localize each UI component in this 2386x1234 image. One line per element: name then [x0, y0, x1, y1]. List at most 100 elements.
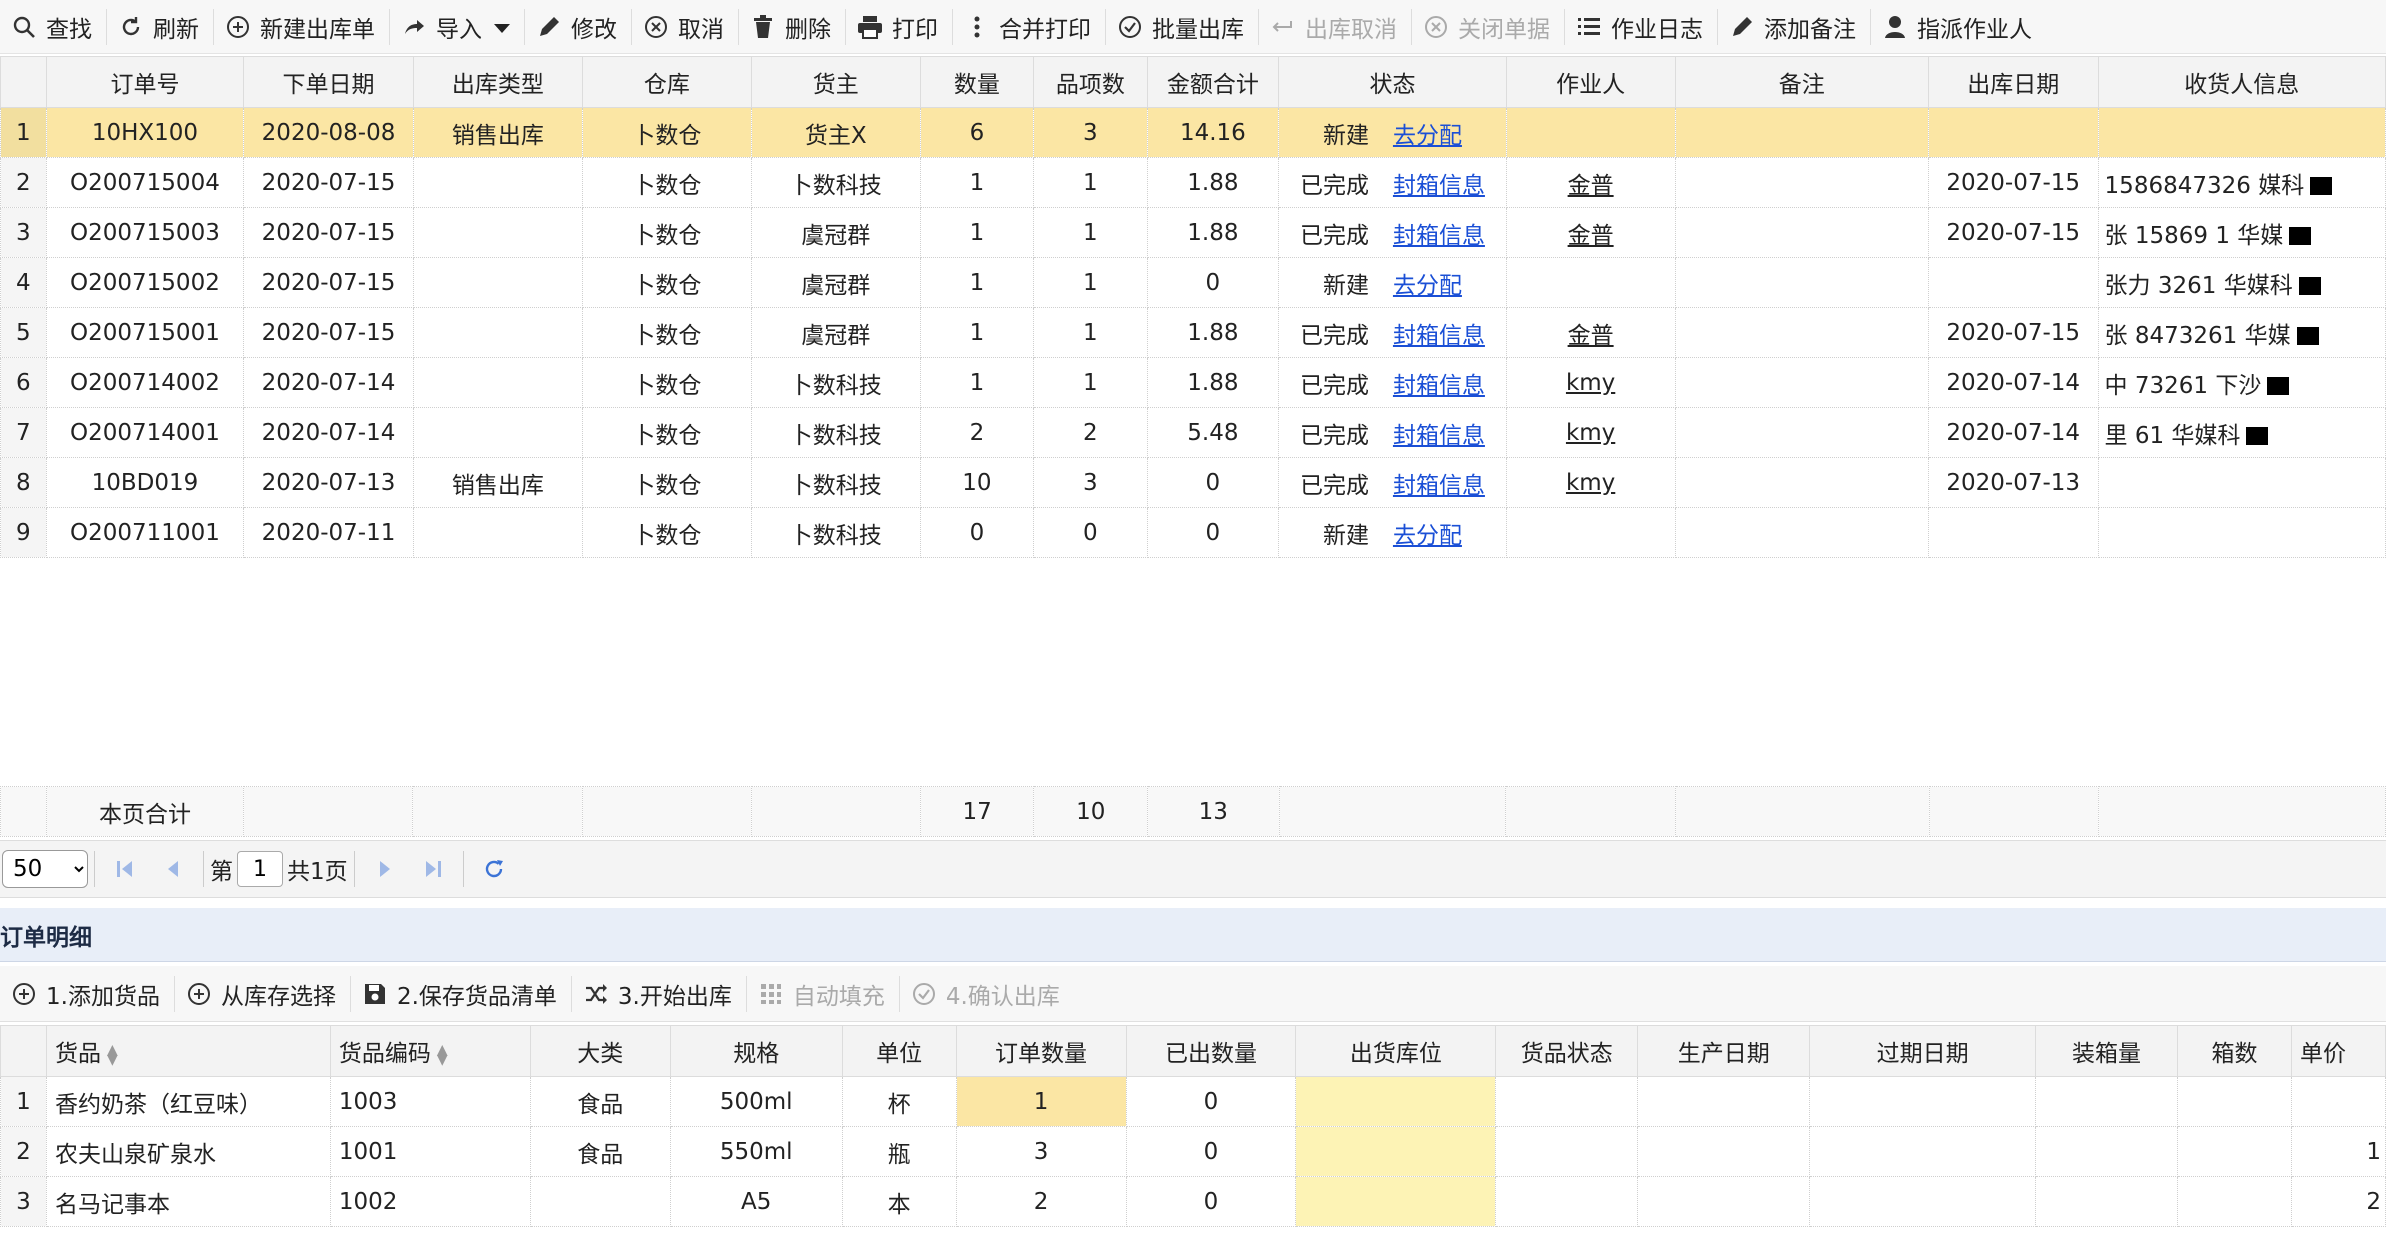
table-row[interactable]: 2 农夫山泉矿泉水 1001 食品 550ml 瓶 3 0 1	[0, 1126, 2386, 1177]
operator-link[interactable]: 金普	[1568, 223, 1614, 249]
table-row[interactable]: 6 O200714002 2020-07-14 卜数仓 卜数科技 1 1 1.88 已完成 封箱信…	[0, 357, 2386, 408]
col-header-goods[interactable]: 货品 ▲ ▼	[45, 1025, 331, 1077]
col-header-items[interactable]: 品项数	[1033, 56, 1148, 108]
col-header-out-qty[interactable]: 已出数量	[1125, 1025, 1297, 1077]
batch-out-button[interactable]: 批量出库	[1106, 0, 1258, 53]
delete-button[interactable]: 删除	[739, 0, 845, 53]
from-stock-button[interactable]: 从库存选择	[175, 967, 350, 1021]
cancel-button[interactable]: 取消	[632, 0, 738, 53]
status-action-link[interactable]: 封箱信息	[1393, 373, 1485, 399]
order-qty-cell[interactable]: 2	[955, 1176, 1127, 1227]
refresh-button[interactable]: 刷新	[107, 0, 213, 53]
table-row[interactable]: 3 O200715003 2020-07-15 卜数仓 虞冠群 1 1 1.88 已完成 封箱信息…	[0, 207, 2386, 258]
prev-page-icon[interactable]	[149, 840, 197, 898]
save-list-button[interactable]: 2.保存货品清单	[351, 967, 571, 1021]
operator-link[interactable]: kmy	[1566, 420, 1615, 446]
col-header-owner[interactable]: 货主	[750, 56, 921, 108]
status-action-link[interactable]: 封箱信息	[1393, 473, 1485, 499]
next-page-icon[interactable]	[361, 840, 409, 898]
page-total: 共1页	[287, 859, 348, 885]
operator-link[interactable]: kmy	[1566, 470, 1615, 496]
operator-link[interactable]: 金普	[1568, 323, 1614, 349]
order-qty-cell[interactable]: 1	[955, 1076, 1127, 1127]
shuffle-icon	[582, 980, 610, 1008]
status-action-link[interactable]: 去分配	[1393, 273, 1462, 299]
work-log-button[interactable]: 作业日志	[1565, 0, 1717, 53]
summary-items: 10	[1033, 786, 1149, 837]
col-header-location[interactable]: 出货库位	[1295, 1025, 1497, 1077]
col-header-out-date[interactable]: 出库日期	[1927, 56, 2099, 108]
table-row[interactable]: 4 O200715002 2020-07-15 卜数仓 虞冠群 1 1 0 新建 去分配 张力 32…	[0, 257, 2386, 308]
first-page-icon[interactable]	[101, 840, 149, 898]
table-row[interactable]: 2 O200715004 2020-07-15 卜数仓 卜数科技 1 1 1.88 已完成 封箱信…	[0, 157, 2386, 208]
col-header-consignee[interactable]: 收货人信息	[2097, 56, 2386, 108]
col-header-unit[interactable]: 单位	[841, 1025, 957, 1077]
operator-cell	[1505, 107, 1676, 158]
col-header-status[interactable]: 状态	[1278, 56, 1507, 108]
note-cell	[1674, 407, 1929, 458]
col-header-out-type[interactable]: 出库类型	[412, 56, 583, 108]
table-row[interactable]: 5 O200715001 2020-07-15 卜数仓 虞冠群 1 1 1.88 已完成 封箱信息…	[0, 307, 2386, 358]
col-header-box-count[interactable]: 箱数	[2177, 1025, 2292, 1077]
add-goods-button[interactable]: 1.添加货品	[0, 967, 174, 1021]
auto-fill-button[interactable]: 自动填充	[747, 967, 899, 1021]
col-header-operator[interactable]: 作业人	[1505, 56, 1676, 108]
col-header-note[interactable]: 备注	[1674, 56, 1929, 108]
search-button[interactable]: 查找	[0, 0, 106, 53]
col-header-goods-status[interactable]: 货品状态	[1495, 1025, 1639, 1077]
box-count-cell	[2177, 1126, 2292, 1177]
table-row[interactable]: 1 香约奶茶（红豆味） 1003 食品 500ml 杯 1 0	[0, 1076, 2386, 1127]
col-header-order[interactable]: 订单号	[45, 56, 245, 108]
col-header-pack-qty[interactable]: 装箱量	[2035, 1025, 2178, 1077]
col-header-spec[interactable]: 规格	[669, 1025, 843, 1077]
assign-operator-button[interactable]: 指派作业人	[1871, 0, 2046, 53]
col-header-exp-date[interactable]: 过期日期	[1809, 1025, 2037, 1077]
col-header-price[interactable]: 单价	[2290, 1025, 2386, 1077]
start-out-button[interactable]: 3.开始出库	[572, 967, 746, 1021]
operator-link[interactable]: kmy	[1566, 370, 1615, 396]
summary-empty	[243, 786, 414, 837]
col-header-category[interactable]: 大类	[529, 1025, 671, 1077]
table-row[interactable]: 1 10HX100 2020-08-08 销售出库 卜数仓 货主X 6 3 14.16 新建 去分配	[0, 107, 2386, 158]
table-row[interactable]: 8 10BD019 2020-07-13 销售出库 卜数仓 卜数科技 10 3 0 已完成 封箱信息…	[0, 457, 2386, 508]
operator-cell: 金普	[1505, 207, 1676, 258]
items-cell: 1	[1033, 357, 1148, 408]
add-note-button[interactable]: 添加备注	[1718, 0, 1870, 53]
table-row[interactable]: 3 名马记事本 1002 A5 本 2 0 2	[0, 1176, 2386, 1227]
table-row[interactable]: 9 O200711001 2020-07-11 卜数仓 卜数科技 0 0 0 新建 去分配	[0, 507, 2386, 558]
order-qty-cell[interactable]: 3	[955, 1126, 1127, 1177]
status-action-link[interactable]: 封箱信息	[1393, 423, 1485, 449]
import-dropdown-button[interactable]: 导入	[390, 0, 524, 53]
reload-icon[interactable]	[470, 840, 518, 898]
page-size-select[interactable]: 50	[2, 850, 88, 888]
cancel-out-button[interactable]: 出库取消	[1259, 0, 1411, 53]
col-header-amount[interactable]: 金额合计	[1146, 56, 1280, 108]
last-page-icon[interactable]	[409, 840, 457, 898]
page-number-input[interactable]	[237, 851, 283, 887]
edit-button[interactable]: 修改	[525, 0, 631, 53]
sort-arrows-icon[interactable]: ▲ ▼	[107, 1043, 118, 1067]
col-header-qty[interactable]: 数量	[919, 56, 1035, 108]
merge-print-button[interactable]: 合并打印	[953, 0, 1105, 53]
new-order-button[interactable]: 新建出库单	[214, 0, 389, 53]
status-action-link[interactable]: 去分配	[1393, 523, 1462, 549]
col-header-prod-date[interactable]: 生产日期	[1637, 1025, 1811, 1077]
col-header-goods-code[interactable]: 货品编码 ▲ ▼	[329, 1025, 531, 1077]
col-header-order-date[interactable]: 下单日期	[243, 56, 414, 108]
table-row[interactable]: 7 O200714001 2020-07-14 卜数仓 卜数科技 2 2 5.48 已完成 封箱信…	[0, 407, 2386, 458]
col-header-warehouse[interactable]: 仓库	[581, 56, 752, 108]
status-action-link[interactable]: 封箱信息	[1393, 173, 1485, 199]
status-action-link[interactable]: 去分配	[1393, 123, 1462, 149]
operator-link[interactable]: 金普	[1568, 173, 1614, 199]
confirm-out-button[interactable]: 4.确认出库	[900, 967, 1074, 1021]
sort-arrows-icon[interactable]: ▲ ▼	[437, 1043, 448, 1067]
amount-cell: 5.48	[1146, 407, 1280, 458]
location-cell[interactable]	[1295, 1126, 1497, 1177]
close-doc-button[interactable]: 关闭单据	[1412, 0, 1564, 53]
status-action-link[interactable]: 封箱信息	[1393, 323, 1485, 349]
print-button[interactable]: 打印	[846, 0, 952, 53]
status-action-link[interactable]: 封箱信息	[1393, 223, 1485, 249]
col-header-order-qty[interactable]: 订单数量	[955, 1025, 1127, 1077]
location-cell[interactable]	[1295, 1176, 1497, 1227]
location-cell[interactable]	[1295, 1076, 1497, 1127]
